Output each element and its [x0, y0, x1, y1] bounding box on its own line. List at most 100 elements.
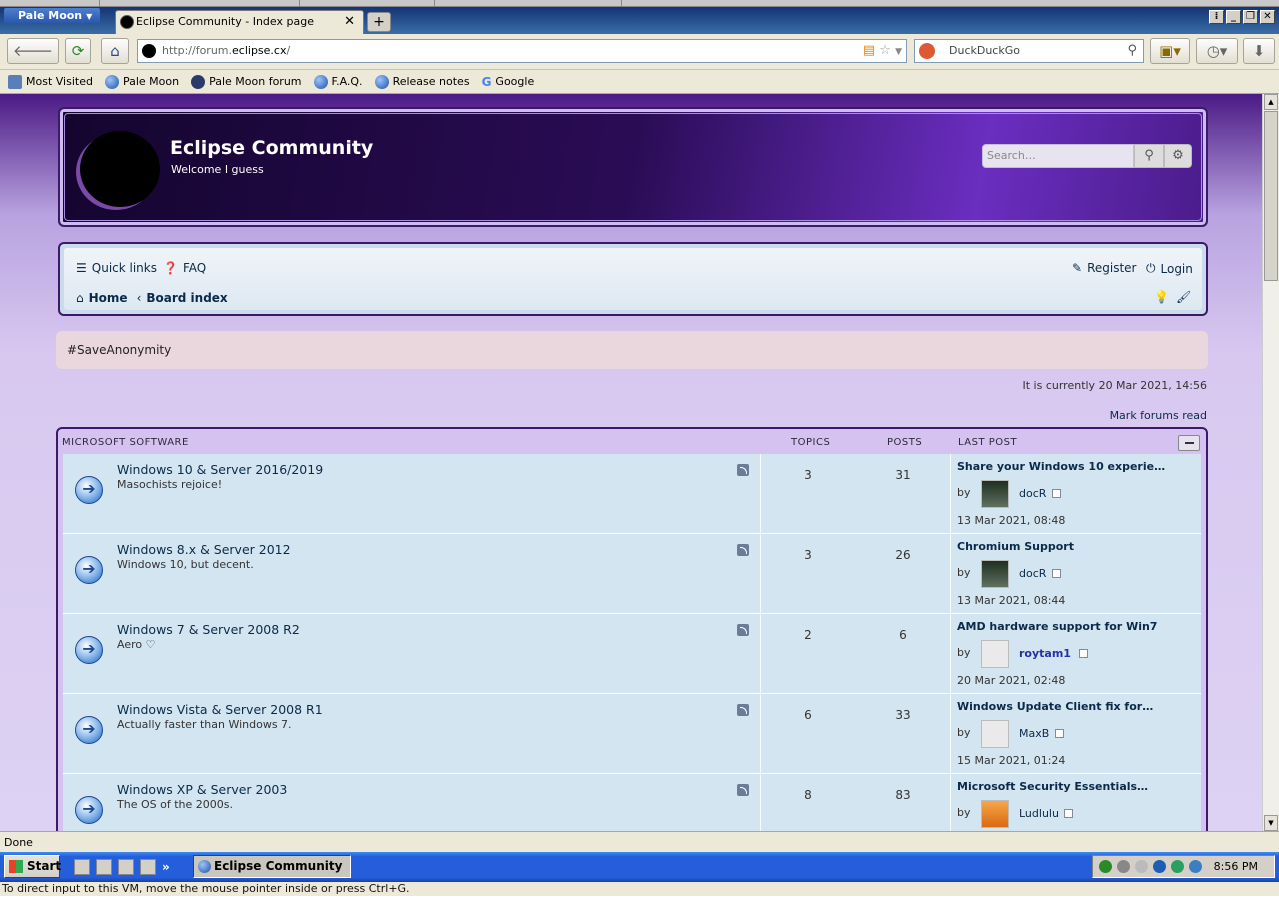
- last-post-title-link[interactable]: Windows Update Client fix for…: [957, 700, 1153, 713]
- bluetooth-icon[interactable]: [1153, 860, 1166, 873]
- start-button[interactable]: Start: [4, 855, 61, 878]
- outlook-express-icon[interactable]: [118, 859, 134, 875]
- bookmark-most-visited[interactable]: Most Visited: [8, 74, 93, 89]
- forum-search-input[interactable]: Search…: [982, 144, 1134, 168]
- downloads-button[interactable]: ⬇: [1243, 38, 1275, 64]
- bookmarks-menu-button[interactable]: ▣▾: [1150, 38, 1190, 64]
- last-post-user-link[interactable]: MaxB: [1019, 727, 1049, 740]
- reload-button[interactable]: ⟳: [65, 38, 91, 64]
- last-post-title-link[interactable]: Microsoft Security Essentials…: [957, 780, 1148, 793]
- login-link[interactable]: ⏻ Login: [1146, 261, 1193, 276]
- network-icon[interactable]: [1099, 860, 1112, 873]
- back-forward-buttons[interactable]: 🡐 🡒: [7, 38, 59, 84]
- show-desktop-icon[interactable]: [74, 859, 90, 875]
- internet-explorer-icon[interactable]: [96, 859, 112, 875]
- rss-feed-icon[interactable]: [737, 464, 749, 476]
- background-tab[interactable]: [0, 0, 100, 7]
- forum-read-arrow-icon[interactable]: ➔: [75, 476, 103, 504]
- rss-feed-icon[interactable]: [737, 784, 749, 796]
- history-button[interactable]: ◷▾: [1196, 38, 1238, 64]
- url-bar[interactable]: http://forum.eclipse.cx/ ▤ ☆ ▼: [137, 39, 907, 63]
- avatar[interactable]: [981, 800, 1009, 828]
- vertical-scrollbar[interactable]: ▲ ▼: [1262, 94, 1279, 831]
- last-post-title-link[interactable]: AMD hardware support for Win7: [957, 620, 1157, 633]
- category-title[interactable]: MICROSOFT SOFTWARE: [62, 437, 189, 448]
- forum-read-arrow-icon[interactable]: ➔: [75, 796, 103, 824]
- tab-active[interactable]: Eclipse Community - Index page ✕: [115, 10, 364, 34]
- forum-title-link[interactable]: Windows 7 & Server 2008 R2: [117, 622, 300, 637]
- search-bar[interactable]: DuckDuckGo ⚲: [914, 39, 1144, 63]
- feed-icon[interactable]: ▤ ☆ ▼: [863, 40, 902, 63]
- forum-title-link[interactable]: Windows XP & Server 2003: [117, 782, 287, 797]
- quick-launch-more-icon[interactable]: »: [162, 860, 170, 874]
- background-tab[interactable]: [435, 0, 622, 7]
- home-button[interactable]: ⌂: [101, 38, 129, 64]
- avatar[interactable]: [981, 720, 1009, 748]
- forum-title-link[interactable]: Windows 10 & Server 2016/2019: [117, 462, 323, 477]
- bookmark-faq[interactable]: F.A.Q.: [313, 74, 363, 89]
- view-latest-post-icon[interactable]: [1055, 729, 1064, 738]
- quick-links-menu[interactable]: ☰ Quick links: [76, 261, 157, 275]
- bookmark-pale-moon-forum[interactable]: Pale Moon forum: [191, 74, 302, 89]
- view-latest-post-icon[interactable]: [1052, 489, 1061, 498]
- scrollbar-thumb[interactable]: [1264, 111, 1278, 281]
- new-tab-button[interactable]: +: [367, 12, 391, 32]
- site-logo[interactable]: [80, 131, 160, 207]
- scroll-up-arrow-icon[interactable]: ▲: [1264, 94, 1278, 110]
- brush-icon[interactable]: 🖌: [1176, 290, 1191, 304]
- forum-read-arrow-icon[interactable]: ➔: [75, 556, 103, 584]
- last-post-user-link[interactable]: Ludlulu: [1019, 807, 1059, 820]
- taskbar-item-browser[interactable]: Eclipse Community - I...: [193, 855, 351, 894]
- view-latest-post-icon[interactable]: [1052, 569, 1061, 578]
- close-tab-icon[interactable]: ✕: [344, 11, 355, 33]
- view-latest-post-icon[interactable]: [1064, 809, 1073, 818]
- register-link[interactable]: ✎ Register: [1072, 261, 1136, 275]
- forum-read-arrow-icon[interactable]: ➔: [75, 716, 103, 744]
- app-menu-button[interactable]: Pale Moon ▼: [4, 8, 100, 24]
- clock[interactable]: 8:56 PM: [1214, 856, 1258, 877]
- breadcrumb-board-index[interactable]: Board index: [146, 291, 227, 305]
- faq-link[interactable]: ❓ FAQ: [163, 261, 206, 275]
- rss-feed-icon[interactable]: [737, 704, 749, 716]
- back-arrow-icon[interactable]: 🡐: [13, 42, 53, 60]
- rss-feed-icon[interactable]: [737, 544, 749, 556]
- search-button[interactable]: ⚲: [1134, 144, 1164, 168]
- last-post-user-link[interactable]: docR: [1019, 487, 1046, 500]
- site-name[interactable]: Eclipse Community: [170, 137, 373, 159]
- volume-icon[interactable]: [1117, 860, 1130, 873]
- lightbulb-icon[interactable]: 💡: [1154, 290, 1169, 304]
- view-latest-post-icon[interactable]: [1079, 649, 1088, 658]
- collapse-button[interactable]: [1178, 435, 1200, 451]
- background-tab[interactable]: [100, 0, 300, 7]
- tray-icon[interactable]: [1189, 860, 1202, 873]
- last-post-title-link[interactable]: Chromium Support: [957, 540, 1074, 553]
- rss-feed-icon[interactable]: [737, 624, 749, 636]
- bookmark-google[interactable]: G Google: [482, 75, 535, 89]
- forum-title-link[interactable]: Windows Vista & Server 2008 R1: [117, 702, 323, 717]
- close-window-button[interactable]: ✕: [1260, 10, 1275, 24]
- scroll-down-arrow-icon[interactable]: ▼: [1264, 815, 1278, 831]
- search-icon[interactable]: ⚲: [1127, 40, 1137, 62]
- restore-button[interactable]: ❐: [1243, 10, 1258, 24]
- forum-title-link[interactable]: Windows 8.x & Server 2012: [117, 542, 291, 557]
- media-player-icon[interactable]: [140, 859, 156, 875]
- breadcrumb-home[interactable]: Home: [89, 291, 128, 305]
- security-icon[interactable]: [1171, 860, 1184, 873]
- forum-read-arrow-icon[interactable]: ➔: [75, 636, 103, 664]
- mark-forums-read-link[interactable]: Mark forums read: [1110, 409, 1207, 422]
- bookmark-star-icon[interactable]: ☆: [879, 43, 891, 58]
- url-dropdown-icon[interactable]: ▼: [895, 47, 902, 57]
- bookmark-pale-moon[interactable]: Pale Moon: [104, 74, 179, 89]
- tray-icon[interactable]: [1135, 860, 1148, 873]
- background-tab[interactable]: [300, 0, 435, 7]
- avatar[interactable]: [981, 480, 1009, 508]
- site-identity-icon[interactable]: [142, 44, 156, 58]
- last-post-user-link[interactable]: docR: [1019, 567, 1046, 580]
- tab-list-icon[interactable]: ⁞: [1209, 10, 1224, 24]
- minimize-button[interactable]: _: [1226, 10, 1241, 24]
- bookmark-release-notes[interactable]: Release notes: [374, 74, 470, 89]
- avatar[interactable]: [981, 640, 1009, 668]
- advanced-search-button[interactable]: ⚙: [1164, 144, 1192, 168]
- last-post-user-link[interactable]: roytam1: [1019, 647, 1071, 660]
- last-post-title-link[interactable]: Share your Windows 10 experie…: [957, 460, 1165, 473]
